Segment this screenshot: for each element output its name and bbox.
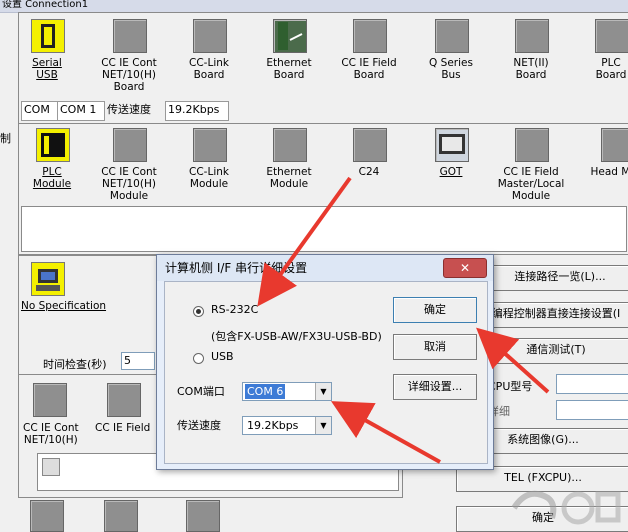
annotation-arrows [257, 176, 550, 464]
arrow-to-rs232c [257, 176, 352, 307]
arrow-to-ok [476, 327, 550, 394]
watermark-logo [508, 478, 626, 528]
arrow-to-com-port [331, 401, 441, 464]
